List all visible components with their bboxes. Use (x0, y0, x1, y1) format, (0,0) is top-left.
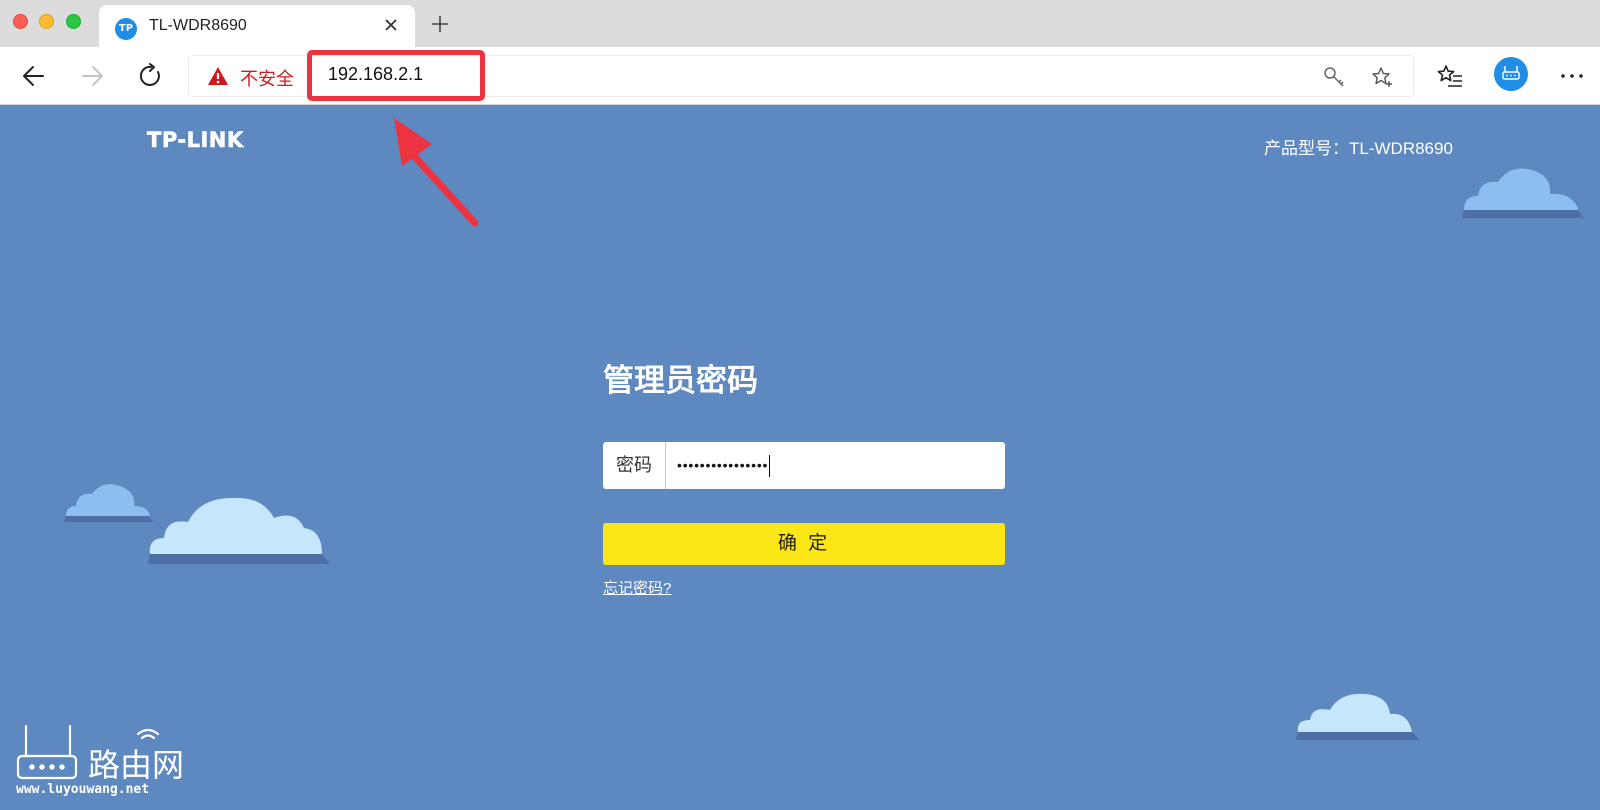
browser-tabstrip: TP TL-WDR8690 (0, 0, 1600, 47)
watermark-url: www.luyouwang.net (16, 782, 150, 797)
forward-arrow-icon[interactable] (79, 63, 105, 89)
add-favorite-icon[interactable] (1371, 66, 1393, 88)
security-status-label[interactable]: 不安全 (240, 65, 294, 91)
new-tab-icon[interactable] (430, 14, 450, 34)
address-url[interactable]: 192.168.2.1 (328, 64, 423, 85)
cloud-decoration (1296, 693, 1420, 740)
key-icon[interactable] (1323, 66, 1345, 88)
window-zoom-button[interactable] (66, 14, 81, 29)
password-label: 密码 (603, 442, 666, 489)
password-masked-value: •••••••••••••••• (677, 457, 769, 473)
watermark-logo: 路由网 (16, 724, 184, 784)
back-arrow-icon[interactable] (21, 63, 47, 89)
confirm-button[interactable]: 确 定 (603, 523, 1005, 565)
form-title: 管理员密码 (603, 363, 758, 399)
watermark-brand: 路由网 (88, 746, 184, 784)
password-input[interactable]: •••••••••••••••• (677, 442, 771, 489)
model-label: 产品型号：TL-WDR8690 (1264, 139, 1453, 158)
browser-tab-active[interactable]: TP TL-WDR8690 (99, 5, 415, 47)
more-icon[interactable] (1558, 62, 1586, 90)
tab-close-icon[interactable] (381, 15, 401, 35)
browser-toolbar: 不安全 (0, 47, 1600, 105)
window-close-button[interactable] (13, 14, 28, 29)
brand-logo: TP-LINK (147, 128, 244, 153)
window-minimize-button[interactable] (39, 14, 54, 29)
forgot-password-link[interactable]: 忘记密码? (603, 577, 671, 598)
reload-icon[interactable] (138, 63, 164, 89)
warning-icon[interactable] (207, 66, 229, 86)
favorites-icon[interactable] (1436, 62, 1464, 90)
cloud-decoration (64, 484, 154, 522)
profile-icon[interactable] (1494, 57, 1528, 91)
password-field[interactable]: 密码 •••••••••••••••• (603, 442, 1005, 489)
tab-favicon-icon: TP (115, 18, 137, 40)
text-caret (769, 455, 771, 478)
cloud-decoration (1462, 168, 1584, 218)
cloud-decoration (148, 497, 330, 564)
tab-title: TL-WDR8690 (149, 17, 247, 34)
annotation-arrow (394, 118, 479, 227)
